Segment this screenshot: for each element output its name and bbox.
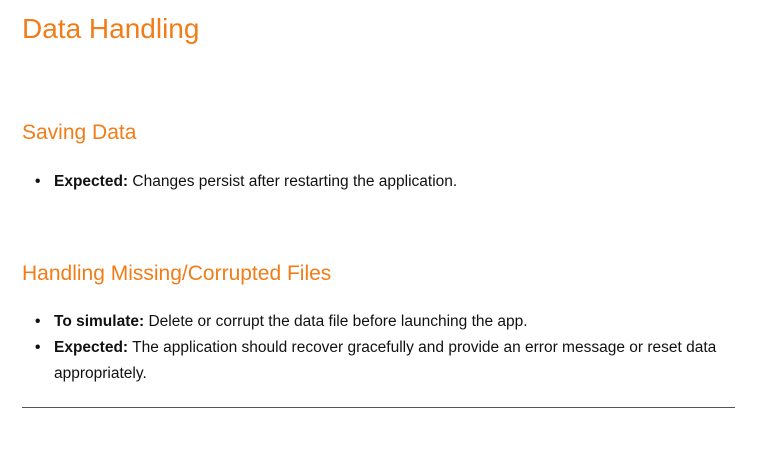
bullet-icon: • xyxy=(35,339,41,356)
item-label: Expected: xyxy=(54,173,129,190)
saving-data-list: • Expected: Changes persist after restar… xyxy=(22,169,735,195)
item-text: The application should recover gracefull… xyxy=(54,339,717,382)
item-label: Expected: xyxy=(54,339,129,356)
list-item: • Expected: Changes persist after restar… xyxy=(22,169,734,195)
item-label: To simulate: xyxy=(54,313,145,330)
item-text: Delete or corrupt the data file before l… xyxy=(144,313,528,330)
bullet-icon: • xyxy=(35,313,41,330)
list-item: • Expected: The application should recov… xyxy=(22,335,734,387)
section-heading-missing-files: Handling Missing/Corrupted Files xyxy=(22,262,332,285)
list-item: • To simulate: Delete or corrupt the dat… xyxy=(22,309,734,335)
item-text: Changes persist after restarting the app… xyxy=(128,173,458,190)
page-title: Data Handling xyxy=(22,13,200,44)
bullet-icon: • xyxy=(35,173,41,190)
missing-files-list: • To simulate: Delete or corrupt the dat… xyxy=(22,309,735,387)
section-heading-saving-data: Saving Data xyxy=(22,121,137,144)
horizontal-rule xyxy=(22,407,735,408)
